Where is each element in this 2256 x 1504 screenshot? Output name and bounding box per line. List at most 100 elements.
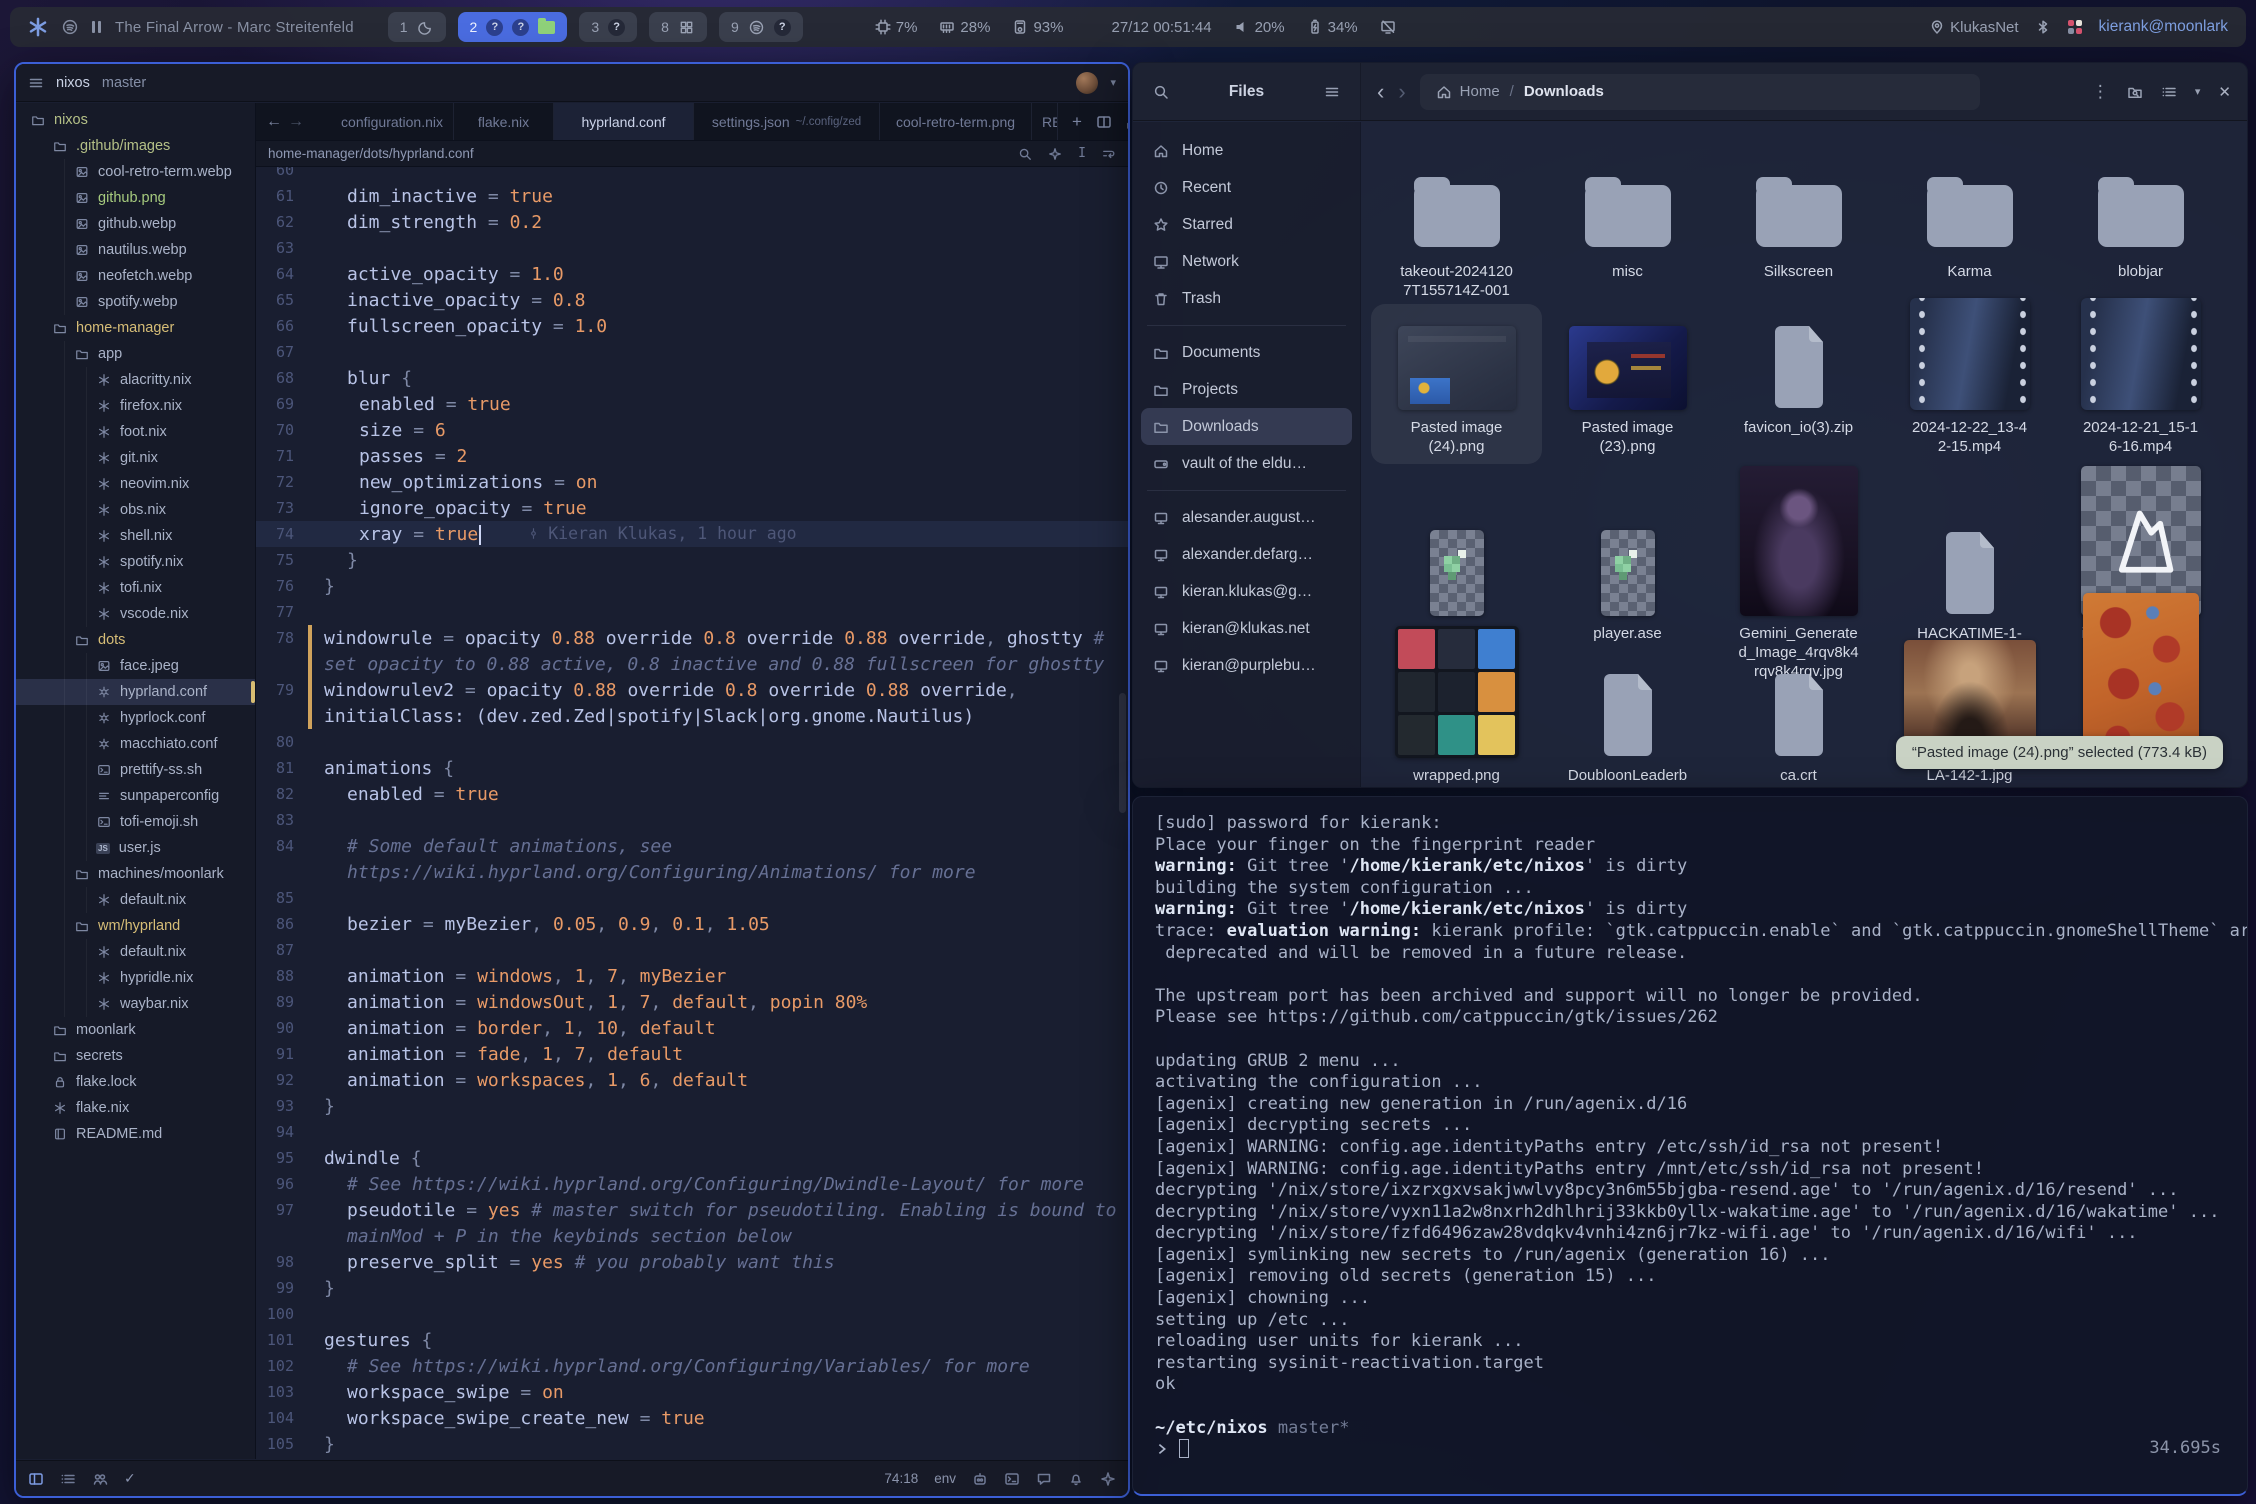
- tree-item-github.png[interactable]: github.png: [16, 185, 255, 211]
- code-line-71[interactable]: 71passes = 2: [256, 443, 1128, 469]
- volume-stat[interactable]: 20%: [1234, 19, 1285, 36]
- grid-item-2024-12-22_13-4[interactable]: 2024-12-22_13-42-15.mp4: [1884, 304, 2055, 464]
- tree-item-prettify-ss.sh[interactable]: prettify-ss.sh: [16, 757, 255, 783]
- sidebar-item-home[interactable]: Home: [1141, 132, 1352, 169]
- code-line-70[interactable]: 70size = 6: [256, 417, 1128, 443]
- sidebar-item-alesander-august-[interactable]: alesander.august…: [1141, 499, 1352, 536]
- screen-idle-icon[interactable]: [1380, 19, 1396, 35]
- maximize-icon[interactable]: [1126, 114, 1130, 130]
- project-panel-toggle-icon[interactable]: [28, 1471, 44, 1487]
- code-line-78[interactable]: 78windowrule = opacity 0.88 override 0.8…: [256, 625, 1128, 651]
- code-line-62[interactable]: 62dim_strength = 0.2: [256, 209, 1128, 235]
- close-window-icon[interactable]: ✕: [2218, 83, 2231, 101]
- grid-item-takeout-2024120[interactable]: takeout-20241207T155714Z-001: [1371, 152, 1542, 308]
- tab-settings.json[interactable]: settings.json~/.config/zed: [694, 103, 880, 140]
- code-line-99[interactable]: 99}: [256, 1275, 1128, 1301]
- code-line-80[interactable]: 80: [256, 729, 1128, 755]
- workspace-pill-8[interactable]: 8: [649, 12, 707, 42]
- tree-item-tofi.nix[interactable]: tofi.nix: [16, 575, 255, 601]
- chat-panel-icon[interactable]: [1036, 1471, 1052, 1487]
- tree-item-default.nix[interactable]: default.nix: [16, 887, 255, 913]
- tree-item-firefox.nix[interactable]: firefox.nix: [16, 393, 255, 419]
- tree-item-machines/moonlark[interactable]: machines/moonlark: [16, 861, 255, 887]
- terminal-prompt[interactable]: 34.695s: [1155, 1439, 2225, 1458]
- tree-item-moonlark[interactable]: moonlark: [16, 1017, 255, 1043]
- tree-item-git.nix[interactable]: git.nix: [16, 445, 255, 471]
- grid-item-Silkscreen[interactable]: Silkscreen: [1713, 152, 1884, 308]
- grid-item-blobjar[interactable]: blobjar: [2055, 152, 2226, 308]
- sidebar-item-network[interactable]: Network: [1141, 243, 1352, 280]
- tab-README.md[interactable]: README.md: [1032, 103, 1058, 140]
- tree-item-waybar.nix[interactable]: waybar.nix: [16, 991, 255, 1017]
- code-line-91[interactable]: 91animation = fade, 1, 7, default: [256, 1041, 1128, 1067]
- bluetooth-icon[interactable]: [2035, 19, 2051, 35]
- back-button[interactable]: ‹: [1377, 81, 1384, 103]
- tree-item-.github/images[interactable]: .github/images: [16, 133, 255, 159]
- tree-item-face.jpeg[interactable]: face.jpeg: [16, 653, 255, 679]
- tree-item-tofi-emoji.sh[interactable]: tofi-emoji.sh: [16, 809, 255, 835]
- nixos-logo-icon[interactable]: [28, 17, 48, 37]
- network-indicator[interactable]: KlukasNet: [1929, 19, 2018, 36]
- tree-item-nixos[interactable]: nixos: [16, 107, 255, 133]
- tree-item-flake.nix[interactable]: flake.nix: [16, 1095, 255, 1121]
- code-line-79[interactable]: 79windowrulev2 = opacity 0.88 override 0…: [256, 677, 1128, 703]
- grid-item-Pasted image[interactable]: Pasted image(24).png: [1371, 304, 1542, 464]
- code-line-74[interactable]: 74xray = trueKieran Klukas, 1 hour ago: [256, 521, 1128, 547]
- diagnostics-check-icon[interactable]: ✓: [124, 1470, 136, 1487]
- git-branch[interactable]: master: [102, 75, 146, 91]
- grid-item-DoubloonLeaderb[interactable]: DoubloonLeaderboard.csv: [1542, 634, 1713, 787]
- code-line-60[interactable]: 60: [256, 167, 1128, 183]
- tab-cool-retro-term.png[interactable]: cool-retro-term.png: [880, 103, 1032, 140]
- sidebar-item-downloads[interactable]: Downloads: [1141, 408, 1352, 445]
- workspace-pill-1[interactable]: 1: [388, 12, 446, 42]
- search-icon[interactable]: [1153, 84, 1169, 100]
- now-playing[interactable]: The Final Arrow - Marc Streitenfeld: [115, 19, 354, 36]
- collab-panel-icon[interactable]: [92, 1471, 108, 1487]
- assist-icon[interactable]: [1048, 147, 1062, 161]
- tree-item-spotify.webp[interactable]: spotify.webp: [16, 289, 255, 315]
- code-line-104[interactable]: 104workspace_swipe_create_new = true: [256, 1405, 1128, 1431]
- code-line-83[interactable]: 83: [256, 807, 1128, 833]
- code-line-86[interactable]: 86bezier = myBezier, 0.05, 0.9, 0.1, 1.0…: [256, 911, 1128, 937]
- project-name[interactable]: nixos: [56, 75, 90, 91]
- tree-item-default.nix[interactable]: default.nix: [16, 939, 255, 965]
- code-line-63[interactable]: 63: [256, 235, 1128, 261]
- code-line-81[interactable]: 81animations {: [256, 755, 1128, 781]
- outline-panel-icon[interactable]: [60, 1471, 76, 1487]
- tree-item-neofetch.webp[interactable]: neofetch.webp: [16, 263, 255, 289]
- tree-item-obs.nix[interactable]: obs.nix: [16, 497, 255, 523]
- copilot-icon[interactable]: [972, 1471, 988, 1487]
- sidebar-item-recent[interactable]: Recent: [1141, 169, 1352, 206]
- workspace-pill-2[interactable]: 2??: [458, 12, 568, 42]
- tree-item-shell.nix[interactable]: shell.nix: [16, 523, 255, 549]
- tree-item-sunpaperconfig[interactable]: sunpaperconfig: [16, 783, 255, 809]
- tree-item-user.js[interactable]: JSuser.js: [16, 835, 255, 861]
- terminal-panel-icon[interactable]: [1004, 1471, 1020, 1487]
- workspace-pill-9[interactable]: 9?: [719, 12, 803, 42]
- inline-assist-icon[interactable]: I: [1078, 146, 1086, 161]
- code-line-106[interactable]: 106: [256, 1457, 1128, 1459]
- tree-item-README.md[interactable]: README.md: [16, 1121, 255, 1147]
- editor-scrollbar[interactable]: [1119, 693, 1126, 813]
- tab-flake.nix[interactable]: flake.nix: [454, 103, 554, 140]
- code-line-72[interactable]: 72new_optimizations = on: [256, 469, 1128, 495]
- code-line-wrap[interactable]: mainMod + P in the keybinds section belo…: [256, 1223, 1128, 1249]
- code-line-wrap[interactable]: initialClass: (dev.zed.Zed|spotify|Slack…: [256, 703, 1128, 729]
- tab-configuration.nix[interactable]: configuration.nix: [314, 103, 454, 140]
- hamburger-menu-icon[interactable]: [1324, 84, 1340, 100]
- code-line-92[interactable]: 92animation = workspaces, 1, 6, default: [256, 1067, 1128, 1093]
- code-line-88[interactable]: 88animation = windows, 1, 7, myBezier: [256, 963, 1128, 989]
- soft-wrap-icon[interactable]: [1102, 147, 1116, 161]
- grid-item-misc[interactable]: misc: [1542, 152, 1713, 308]
- tree-item-neovim.nix[interactable]: neovim.nix: [16, 471, 255, 497]
- code-line-87[interactable]: 87: [256, 937, 1128, 963]
- sidebar-item-trash[interactable]: Trash: [1141, 280, 1352, 317]
- code-line-64[interactable]: 64active_opacity = 1.0: [256, 261, 1128, 287]
- kebab-menu-icon[interactable]: ⋮: [2092, 82, 2109, 102]
- grid-item-Karma[interactable]: Karma: [1884, 152, 2055, 308]
- sidebar-item-alexander-defarg-[interactable]: alexander.defarg…: [1141, 536, 1352, 573]
- notifications-bell-icon[interactable]: [1068, 1471, 1084, 1487]
- code-line-89[interactable]: 89animation = windowsOut, 1, 7, default,…: [256, 989, 1128, 1015]
- tree-item-hypridle.nix[interactable]: hypridle.nix: [16, 965, 255, 991]
- code-line-103[interactable]: 103workspace_swipe = on: [256, 1379, 1128, 1405]
